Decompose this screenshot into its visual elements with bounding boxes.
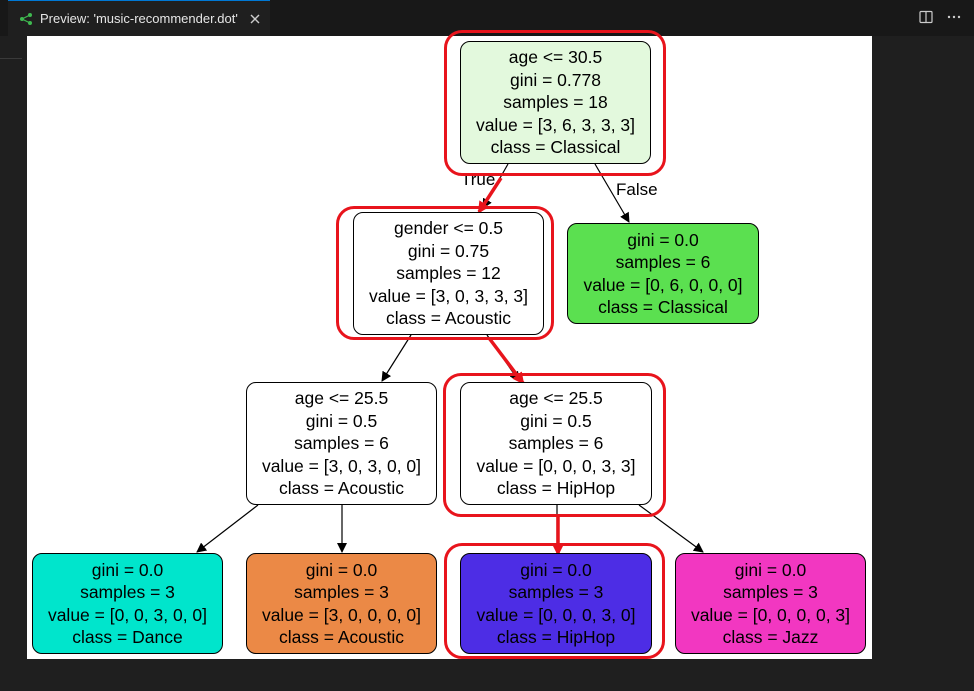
highlight-gender-split [336,206,554,340]
node-line: value = [3, 0, 3, 0, 0] [261,455,422,476]
split-editor-icon[interactable] [918,9,934,25]
edge-label-false: False [616,180,658,199]
node-line: samples = 3 [294,582,389,602]
node-line: gini = 0.5 [305,410,378,431]
node-line: value = [0, 0, 3, 0, 0] [47,604,208,625]
tree-node-acoustic-leaf: gini = 0.0 samples = 3 value = [3, 0, 0,… [246,553,437,654]
highlight-hiphop-leaf [444,543,665,659]
node-line: class = Acoustic [279,627,404,647]
node-line: value = [3, 0, 0, 0, 0] [261,604,422,625]
graph-preview-icon [20,12,32,25]
node-line: samples = 6 [294,433,389,454]
highlight-age-split-right [443,373,666,517]
node-line: class = Jazz [722,627,819,647]
node-line: class = Dance [72,627,183,647]
node-line: gini = 0.0 [734,559,807,580]
tab-title: Preview: 'music-recommender.dot' [40,11,238,26]
tab-preview[interactable]: Preview: 'music-recommender.dot' [8,0,270,36]
graph-preview-canvas: True False age <= 30.5 gini = 0.778 samp… [27,30,872,659]
node-line: gini = 0.0 [627,229,699,250]
node-line: class = Classical [598,297,728,317]
editor-gutter [0,36,26,691]
tree-node-age-split-left: age <= 25.5 gini = 0.5 samples = 6 value… [246,382,437,505]
node-line: gini = 0.0 [91,559,164,580]
node-line: samples = 3 [723,582,818,602]
edge-age-left-to-dance [196,504,259,553]
tree-node-dance-leaf: gini = 0.0 samples = 3 value = [0, 0, 3,… [32,553,223,654]
edge-gender-to-age-left [381,334,412,382]
tree-node-classical-leaf: gini = 0.0 samples = 6 value = [0, 6, 0,… [567,223,759,324]
node-line: samples = 3 [80,582,175,602]
highlight-root [444,30,666,176]
more-actions-icon[interactable] [946,9,962,25]
tree-node-jazz-leaf: gini = 0.0 samples = 3 value = [0, 0, 0,… [675,553,866,654]
node-line: value = [0, 0, 0, 0, 3] [690,604,851,625]
node-line: gini = 0.0 [305,559,378,580]
node-line: age <= 25.5 [294,388,389,409]
node-line: value = [0, 6, 0, 0, 0] [583,274,743,295]
close-icon[interactable] [248,12,262,26]
node-line: class = Acoustic [279,478,404,499]
node-line: samples = 6 [615,252,711,272]
